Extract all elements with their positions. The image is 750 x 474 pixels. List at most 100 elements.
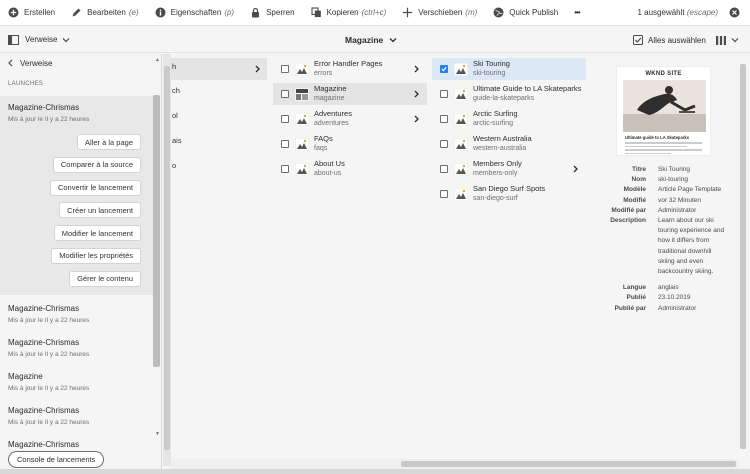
row-checkbox[interactable] — [281, 165, 289, 173]
launch-item[interactable]: Magazine-Chrismas Mis à jour le Il y a 2… — [0, 295, 161, 331]
row-title: Ski Touring — [473, 59, 510, 68]
selection-count: 1 ausgewählt (escape) — [637, 8, 718, 17]
column-scrollbar[interactable] — [163, 54, 171, 466]
lock-button[interactable]: Sperren — [242, 0, 302, 26]
convert-launch-button[interactable]: Convertir le lancement — [49, 179, 141, 196]
rail-scrollbar[interactable] — [153, 95, 160, 367]
launch-title: Magazine-Chrismas — [8, 405, 80, 415]
checkmark-icon — [441, 66, 447, 72]
column0-item[interactable]: ch — [172, 86, 180, 95]
row-checkbox-checked[interactable] — [440, 65, 448, 73]
create-launch-button[interactable]: Créer un lancement — [59, 202, 141, 219]
chevron-down-icon — [63, 37, 70, 42]
row-name: arctic-surfing — [473, 120, 514, 127]
row-name: errors — [314, 70, 333, 77]
horizontal-scrollbar[interactable] — [171, 459, 739, 469]
column0-active-row[interactable] — [171, 58, 267, 80]
column0-item[interactable]: ais — [172, 136, 182, 145]
edit-button[interactable]: Bearbeiten (e) — [63, 0, 146, 26]
meta-value: vor 32 Minuten — [658, 196, 701, 204]
row-checkbox[interactable] — [281, 65, 289, 73]
column2-row-selected[interactable]: Ski Touring ski-touring — [432, 58, 586, 80]
selection-count-label: 1 ausgewählt — [637, 8, 685, 17]
breadcrumb-title[interactable]: Magazine — [345, 27, 397, 53]
column2-row[interactable]: Ultimate Guide to LA Skateparks guide-la-… — [432, 83, 586, 105]
column0-item[interactable]: ol — [172, 111, 178, 120]
column-scrollbar-thumb[interactable] — [164, 66, 170, 450]
page-thumbnail-icon — [454, 187, 468, 201]
meta-key: Publié par — [614, 304, 646, 312]
launch-item[interactable]: Magazine Mis à jour le Il y a 22 heures — [0, 365, 161, 399]
goto-page-button[interactable]: Aller à la page — [77, 134, 141, 150]
row-checkbox[interactable] — [440, 115, 448, 123]
row-title: Western Australia — [473, 134, 532, 143]
preview-scrollbar-thumb[interactable] — [740, 64, 746, 449]
launch-updated: Mis à jour le Il y a 22 heures — [8, 350, 90, 358]
row-title: Error Handler Pages — [314, 59, 383, 68]
select-all-button[interactable]: Alles auswählen — [633, 27, 706, 53]
row-title: FAQs — [314, 134, 333, 143]
info-icon — [155, 7, 166, 18]
meta-key: Titre — [632, 166, 646, 173]
launch-item[interactable]: Magazine-Chrismas Mis à jour le Il y a 2… — [0, 331, 161, 365]
copy-button[interactable]: Kopieren (ctrl+c) — [303, 0, 395, 26]
row-name: faqs — [314, 145, 328, 152]
header-bar: Verweise Magazine Alles auswählen — [0, 27, 750, 53]
row-checkbox[interactable] — [440, 140, 448, 148]
edit-properties-button[interactable]: Modifier les propriétés — [51, 247, 141, 264]
column1-row-active[interactable]: Magazine magazine — [273, 83, 427, 105]
compare-source-button[interactable]: Comparer à la source — [52, 156, 141, 173]
column2-row[interactable]: San Diego Surf Spots san-diego-surf — [432, 183, 586, 205]
lock-label: Sperren — [266, 8, 295, 17]
row-checkbox[interactable] — [440, 90, 448, 98]
row-checkbox[interactable] — [440, 165, 448, 173]
launch-updated: Mis à jour le Il y a 22 heures — [8, 384, 90, 392]
meta-key: Modifié par — [611, 206, 646, 214]
launch-item[interactable]: Magazine-Chrismas Mis à jour le Il y a 2… — [0, 399, 161, 433]
launch-console-button[interactable]: Console de lancements — [8, 451, 105, 468]
copy-label: Kopieren — [326, 8, 359, 17]
quick-publish-button[interactable]: Quick Publish — [485, 0, 566, 26]
scroll-up-icon[interactable]: ▲ — [155, 57, 160, 63]
column2-row[interactable]: Western Australia western-australia — [432, 133, 586, 155]
column1-row[interactable]: About Us about-us — [273, 158, 427, 180]
preview-scrollbar[interactable] — [739, 54, 747, 466]
rail-toggle-button[interactable]: Verweise — [8, 34, 70, 45]
properties-button[interactable]: Eigenschaften (p) — [147, 0, 242, 26]
move-button[interactable]: Verschieben (m) — [394, 0, 485, 26]
plus-circle-icon — [8, 7, 19, 18]
horizontal-scrollbar-thumb[interactable] — [401, 461, 736, 467]
meta-value: anglais — [658, 284, 679, 292]
column0-item[interactable]: h — [172, 62, 176, 71]
close-selection-button[interactable] — [726, 5, 742, 21]
launch-item-active[interactable]: Magazine-Chrismas Mis à jour le Il y a 2… — [0, 96, 153, 130]
row-checkbox[interactable] — [281, 115, 289, 123]
edit-launch-button[interactable]: Modifier le lancement — [53, 225, 141, 242]
column1-row[interactable]: Adventures adventures — [273, 108, 427, 130]
column1-row[interactable]: FAQs faqs — [273, 133, 427, 155]
meta-published-by-row: Publié par Administrator — [600, 304, 740, 314]
chevron-right-icon — [414, 115, 419, 123]
create-button[interactable]: Erstellen — [0, 0, 63, 26]
row-name: magazine — [314, 95, 345, 102]
launch-title: Magazine-Chrismas — [8, 303, 80, 313]
column0-item[interactable]: o — [172, 161, 176, 170]
meta-published-row: Publié 23.10.2019 — [600, 293, 740, 303]
manage-content-button[interactable]: Gérer le contenu — [69, 270, 141, 287]
more-actions-button[interactable]: ••• — [566, 0, 587, 26]
rail-toggle-label: Verweise — [25, 35, 58, 44]
launch-updated: Mis à jour le Il y a 22 heures — [8, 418, 90, 426]
view-switcher-button[interactable] — [716, 27, 739, 53]
column1-row[interactable]: Error Handler Pages errors — [273, 58, 427, 80]
column2-row[interactable]: Arctic Surfing arctic-surfing — [432, 108, 586, 130]
row-checkbox[interactable] — [440, 190, 448, 198]
meta-key: Publié — [626, 294, 646, 302]
meta-key: Description — [610, 217, 646, 225]
row-checkbox[interactable] — [281, 140, 289, 148]
row-checkbox[interactable] — [281, 90, 289, 98]
column2-row[interactable]: Members Only members-only — [432, 158, 586, 180]
scroll-down-icon[interactable]: ▼ — [155, 431, 160, 437]
rail-back-button[interactable]: Verweise — [0, 54, 161, 72]
page-thumbnail-icon — [454, 87, 468, 101]
row-name: san-diego-surf — [473, 195, 518, 202]
